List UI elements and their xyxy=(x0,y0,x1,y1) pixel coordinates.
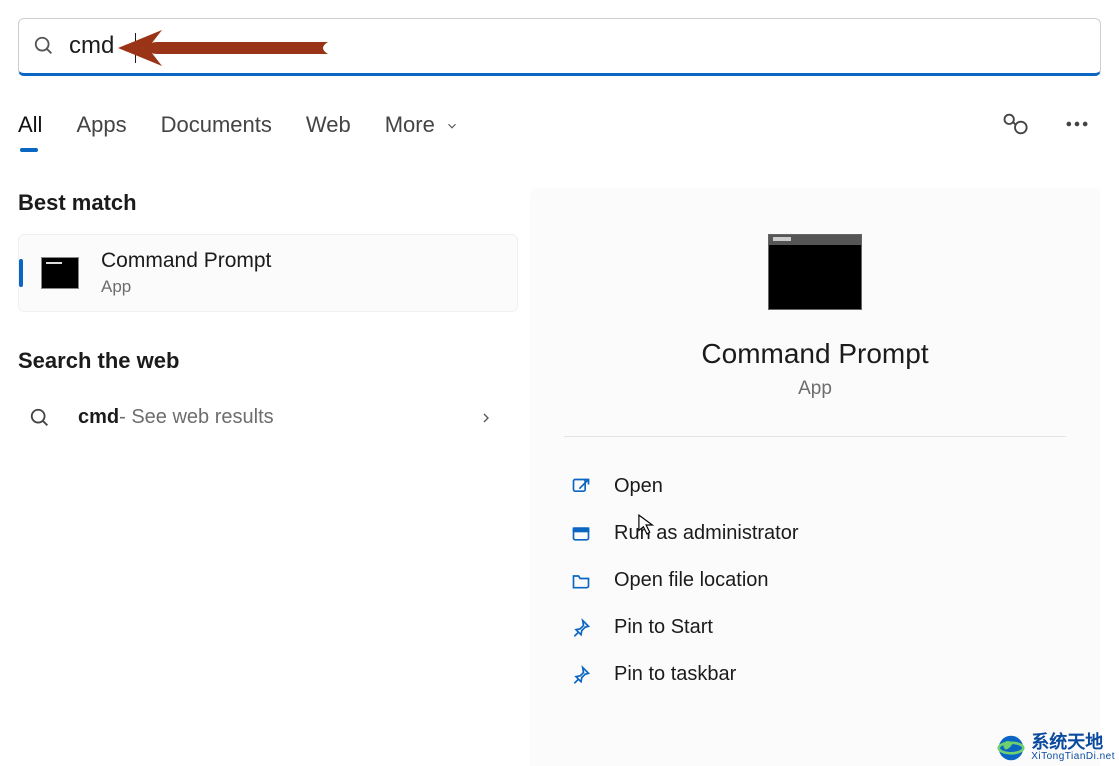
web-result-term: cmd xyxy=(78,406,119,429)
divider xyxy=(564,436,1066,437)
best-match-subtitle: App xyxy=(101,277,271,297)
globe-icon xyxy=(997,734,1025,762)
action-run-admin-label: Run as administrator xyxy=(614,522,799,545)
shield-icon xyxy=(570,523,592,545)
detail-title: Command Prompt xyxy=(564,338,1066,370)
detail-panel: Command Prompt App Open Run as administr… xyxy=(530,188,1100,766)
search-web-heading: Search the web xyxy=(18,348,518,374)
tab-apps[interactable]: Apps xyxy=(76,112,126,148)
text-caret xyxy=(135,33,136,63)
tab-documents[interactable]: Documents xyxy=(161,112,272,148)
action-open-location[interactable]: Open file location xyxy=(564,557,1066,604)
open-icon xyxy=(570,476,592,498)
action-open[interactable]: Open xyxy=(564,463,1066,510)
tab-more[interactable]: More xyxy=(385,112,459,148)
action-pin-taskbar-label: Pin to taskbar xyxy=(614,663,736,686)
watermark: 系统天地 XiTongTianDi.net xyxy=(997,733,1115,762)
app-preview-icon xyxy=(768,234,862,310)
watermark-text-en: XiTongTianDi.net xyxy=(1031,751,1115,762)
action-open-location-label: Open file location xyxy=(614,569,769,592)
best-match-title: Command Prompt xyxy=(101,249,271,273)
action-pin-start-label: Pin to Start xyxy=(614,616,713,639)
tab-all[interactable]: All xyxy=(18,112,42,148)
watermark-text-cn: 系统天地 xyxy=(1031,733,1115,751)
tab-more-label: More xyxy=(385,112,435,137)
bubble-share-icon[interactable] xyxy=(1001,110,1029,138)
search-box[interactable] xyxy=(18,18,1101,76)
tab-active-indicator xyxy=(20,148,38,152)
search-icon xyxy=(28,407,52,429)
best-match-item[interactable]: Command Prompt App xyxy=(18,234,518,312)
best-match-heading: Best match xyxy=(18,190,518,216)
action-pin-taskbar[interactable]: Pin to taskbar xyxy=(564,651,1066,698)
tab-web[interactable]: Web xyxy=(306,112,351,148)
ellipsis-icon[interactable] xyxy=(1063,110,1091,138)
results-panel: Best match Command Prompt App Search the… xyxy=(18,190,518,443)
action-open-label: Open xyxy=(614,475,663,498)
pin-icon xyxy=(570,617,592,639)
web-result-tail: - See web results xyxy=(119,406,274,429)
header-right-controls xyxy=(1001,110,1091,138)
chevron-down-icon xyxy=(445,119,459,133)
search-input[interactable] xyxy=(69,32,919,60)
folder-icon xyxy=(570,570,592,592)
filter-tabs: All Apps Documents Web More xyxy=(18,112,459,148)
chevron-right-icon xyxy=(478,410,494,426)
detail-subtitle: App xyxy=(564,378,1066,400)
action-run-admin[interactable]: Run as administrator xyxy=(564,510,1066,557)
web-result-item[interactable]: cmd - See web results xyxy=(18,392,518,443)
action-pin-start[interactable]: Pin to Start xyxy=(564,604,1066,651)
pin-icon xyxy=(570,664,592,686)
search-icon xyxy=(33,35,55,57)
cmd-icon xyxy=(41,257,79,289)
